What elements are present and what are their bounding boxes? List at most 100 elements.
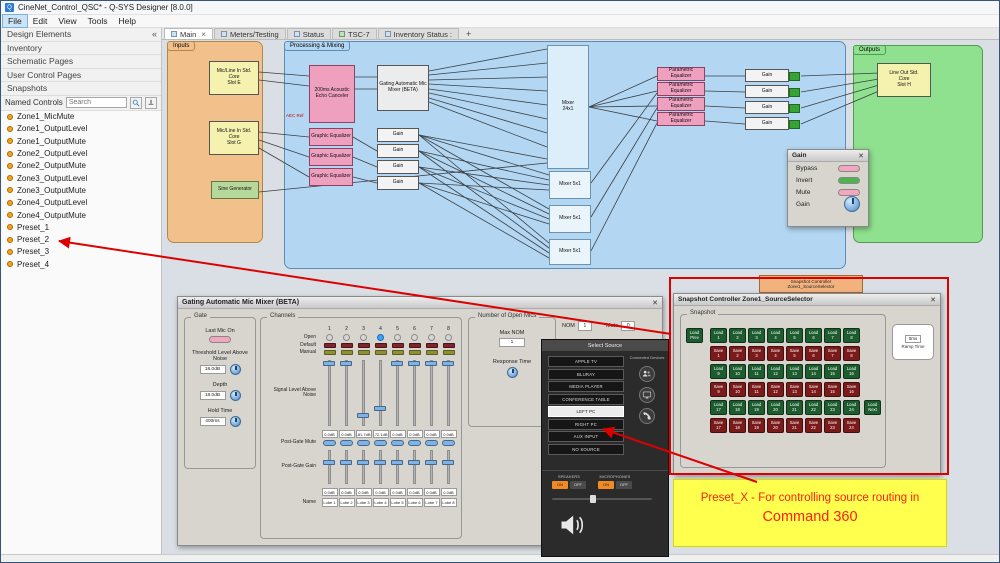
block-gain-1[interactable]: Gain <box>377 128 419 142</box>
signal-value[interactable]: -81.7dB <box>356 430 372 438</box>
named-control-item[interactable]: Preset_1 <box>1 221 161 233</box>
load-snapshot-button[interactable]: Load18 <box>729 400 746 415</box>
volume-slider[interactable] <box>550 495 660 503</box>
gain-value[interactable]: 0.0dB <box>407 488 423 496</box>
display-icon[interactable] <box>639 387 655 403</box>
source-button[interactable]: AUX INPUT <box>548 431 624 442</box>
load-snapshot-button[interactable]: Load5 <box>786 328 803 343</box>
block-mixer-5x1-3[interactable]: Mixer 5x1 <box>549 239 591 265</box>
save-snapshot-button[interactable]: Save10 <box>729 382 746 397</box>
mute-toggle[interactable] <box>838 189 860 196</box>
block-mixer-5x1-2[interactable]: Mixer 5x1 <box>549 205 591 233</box>
load-snapshot-button[interactable]: Load24 <box>843 400 860 415</box>
load-snapshot-button[interactable]: Load20 <box>767 400 784 415</box>
named-control-item[interactable]: Preset_4 <box>1 258 161 270</box>
snapshot-window-titlebar[interactable]: Snapshot Controller Zone1_SourceSelector… <box>674 294 940 306</box>
hold-time-knob[interactable] <box>230 416 241 427</box>
load-snapshot-button[interactable]: Load23 <box>824 400 841 415</box>
tab-tsc7[interactable]: TSC-7 <box>332 28 377 39</box>
save-snapshot-button[interactable]: Save2 <box>729 346 746 361</box>
channel-name[interactable]: Lobe 8 <box>441 498 457 507</box>
post-gate-mute-button[interactable] <box>406 440 423 446</box>
gain-value[interactable]: 0.0dB <box>424 488 440 496</box>
load-snapshot-button[interactable]: Load10 <box>729 364 746 379</box>
save-snapshot-button[interactable]: Save22 <box>805 418 822 433</box>
save-snapshot-button[interactable]: Save15 <box>824 382 841 397</box>
load-snapshot-button[interactable]: Load16 <box>843 364 860 379</box>
load-prev-button[interactable]: Load Prev <box>686 328 703 343</box>
open-indicator[interactable] <box>406 334 423 341</box>
signal-value[interactable]: 0.0dB <box>339 430 355 438</box>
save-snapshot-button[interactable]: Save1 <box>710 346 727 361</box>
manual-button[interactable] <box>440 350 457 355</box>
open-indicator[interactable] <box>321 334 338 341</box>
channel-name[interactable]: Lobe 2 <box>339 498 355 507</box>
tab-status[interactable]: Status <box>287 28 331 39</box>
save-snapshot-button[interactable]: Save3 <box>748 346 765 361</box>
load-snapshot-button[interactable]: Load2 <box>729 328 746 343</box>
block-zone4-gain[interactable]: Gain <box>745 117 789 130</box>
menu-item[interactable]: Edit <box>28 15 53 27</box>
source-button[interactable]: RIGHT PC <box>548 419 624 430</box>
load-snapshot-button[interactable]: Load11 <box>748 364 765 379</box>
gain-value[interactable]: 0.0dB <box>356 488 372 496</box>
save-snapshot-button[interactable]: Save9 <box>710 382 727 397</box>
source-button[interactable]: LEFT PC <box>548 406 624 417</box>
block-parametric-eq-2[interactable]: Parametric Equalizer <box>657 82 705 96</box>
tab-meters-testing[interactable]: Meters/Testing <box>214 28 286 39</box>
save-snapshot-button[interactable]: Save6 <box>805 346 822 361</box>
channel-name[interactable]: Lobe 3 <box>356 498 372 507</box>
sidebar-section-header[interactable]: Design Elements <box>1 28 161 42</box>
mixer-window-titlebar[interactable]: Gating Automatic Mic Mixer (BETA) ✕ <box>178 297 662 309</box>
signal-value[interactable]: 0.0dB <box>441 430 457 438</box>
save-snapshot-button[interactable]: Save18 <box>729 418 746 433</box>
save-snapshot-button[interactable]: Save19 <box>748 418 765 433</box>
source-button[interactable]: MEDIA PLAYER <box>548 381 624 392</box>
named-control-item[interactable]: Zone2_OutputLevel <box>1 147 161 159</box>
tab-inventory-status[interactable]: Inventory Status : <box>378 28 459 39</box>
load-snapshot-button[interactable]: Load21 <box>786 400 803 415</box>
close-icon[interactable]: ✕ <box>858 152 864 160</box>
block-gating-mic-mixer[interactable]: Gating Automatic Mic Mixer (BETA) <box>377 65 429 111</box>
named-control-item[interactable]: Zone1_OutputMute <box>1 135 161 147</box>
signal-fader[interactable] <box>406 358 423 428</box>
save-snapshot-button[interactable]: Save11 <box>748 382 765 397</box>
manual-button[interactable] <box>389 350 406 355</box>
signal-fader[interactable] <box>423 358 440 428</box>
block-mic-line-in-slot-e[interactable]: Mic/Line In Std. Core Slot E <box>209 61 259 95</box>
volume-handle[interactable] <box>590 495 596 503</box>
named-control-item[interactable]: Zone1_MicMute <box>1 111 161 123</box>
save-snapshot-button[interactable]: Save8 <box>843 346 860 361</box>
depth-knob[interactable] <box>230 390 241 401</box>
named-control-item[interactable]: Preset_3 <box>1 246 161 258</box>
tab-main[interactable]: Main × <box>164 28 213 39</box>
block-zone1-gain[interactable]: Gain <box>745 69 789 82</box>
block-graphic-eq-3[interactable]: Graphic Equalizer <box>309 168 353 186</box>
people-icon[interactable] <box>639 366 655 382</box>
sidebar-section-header[interactable]: User Control Pages <box>1 69 161 83</box>
response-time-knob[interactable] <box>507 367 518 378</box>
post-gate-gain-fader[interactable] <box>440 448 457 486</box>
gain-value[interactable]: 0.0dB <box>373 488 389 496</box>
post-gate-gain-fader[interactable] <box>338 448 355 486</box>
manual-button[interactable] <box>355 350 372 355</box>
microphones-off-button[interactable]: OFF <box>616 481 632 489</box>
gain-window-titlebar[interactable]: Gain ✕ <box>788 150 868 162</box>
named-control-item[interactable]: Zone1_OutputLevel <box>1 123 161 135</box>
signal-value[interactable]: 0.0dB <box>390 430 406 438</box>
signal-value[interactable]: 0.0dB <box>407 430 423 438</box>
fader-handle[interactable] <box>323 361 335 366</box>
signal-fader[interactable] <box>338 358 355 428</box>
block-gain-3[interactable]: Gain <box>377 160 419 174</box>
gain-value[interactable]: 0.0dB <box>390 488 406 496</box>
block-parametric-eq-3[interactable]: Parametric Equalizer <box>657 97 705 111</box>
save-snapshot-button[interactable]: Save17 <box>710 418 727 433</box>
load-snapshot-button[interactable]: Load22 <box>805 400 822 415</box>
open-indicator[interactable] <box>440 334 457 341</box>
named-control-item[interactable]: Zone4_OutputLevel <box>1 197 161 209</box>
sidebar-section-header[interactable]: Schematic Pages <box>1 55 161 69</box>
load-snapshot-button[interactable]: Load4 <box>767 328 784 343</box>
default-button[interactable] <box>321 343 338 348</box>
manual-button[interactable] <box>338 350 355 355</box>
open-indicator[interactable] <box>389 334 406 341</box>
